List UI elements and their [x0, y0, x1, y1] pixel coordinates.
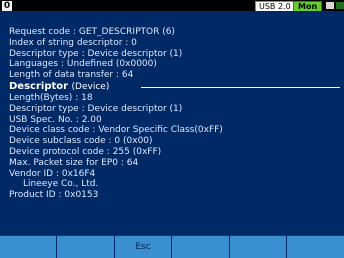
function-key-2[interactable] — [57, 236, 115, 258]
detail-lines: Request code : GET_DESCRIPTOR (6) Index … — [9, 27, 340, 201]
transfer-length-row: Length of data transfer : 64 — [9, 70, 134, 81]
device-subclass-row: Device subclass code : 0 (0x00) — [9, 136, 153, 147]
status-bar: 0 USB 2.0 Mon — [0, 0, 344, 12]
section-divider — [141, 86, 340, 88]
tab-number[interactable]: 0 — [2, 1, 12, 11]
descriptor-type-row: Descriptor type : Device descriptor (1) — [9, 103, 183, 114]
product-id-row: Product ID : 0x0153 — [9, 190, 99, 201]
function-key-1[interactable] — [0, 236, 57, 258]
descriptor-type-row: Descriptor type : Device descriptor (1) — [9, 48, 183, 59]
device-class-row: Device class code : Vendor Specific Clas… — [9, 125, 223, 136]
vendor-id-row: Vendor ID : 0x16F4 — [9, 168, 96, 179]
section-heading: Descriptor (Device) — [9, 81, 340, 93]
function-key-5[interactable] — [230, 236, 287, 258]
function-key-4[interactable] — [172, 236, 230, 258]
max-packet-row: Max. Packet size for EP0 : 64 — [9, 157, 139, 168]
request-code-row: Request code : GET_DESCRIPTOR (6) — [9, 27, 175, 37]
descriptor-panel: Request code : GET_DESCRIPTOR (6) Index … — [0, 11, 344, 235]
string-index-row: Index of string descriptor : 0 — [9, 37, 137, 48]
status-indicator — [336, 2, 344, 9]
status-indicator — [326, 2, 334, 9]
function-key-6[interactable] — [287, 236, 344, 258]
esc-button[interactable]: Esc — [115, 236, 172, 258]
vendor-name: Lineeye Co., Ltd. — [23, 179, 99, 190]
usb-spec-row: USB Spec. No. : 2.00 — [9, 114, 102, 125]
length-row: Length(Bytes) : 18 — [9, 92, 93, 103]
device-protocol-row: Device protocol code : 255 (0xFF) — [9, 146, 162, 157]
languages-row: Languages : Undefined (0x0000) — [9, 59, 157, 70]
